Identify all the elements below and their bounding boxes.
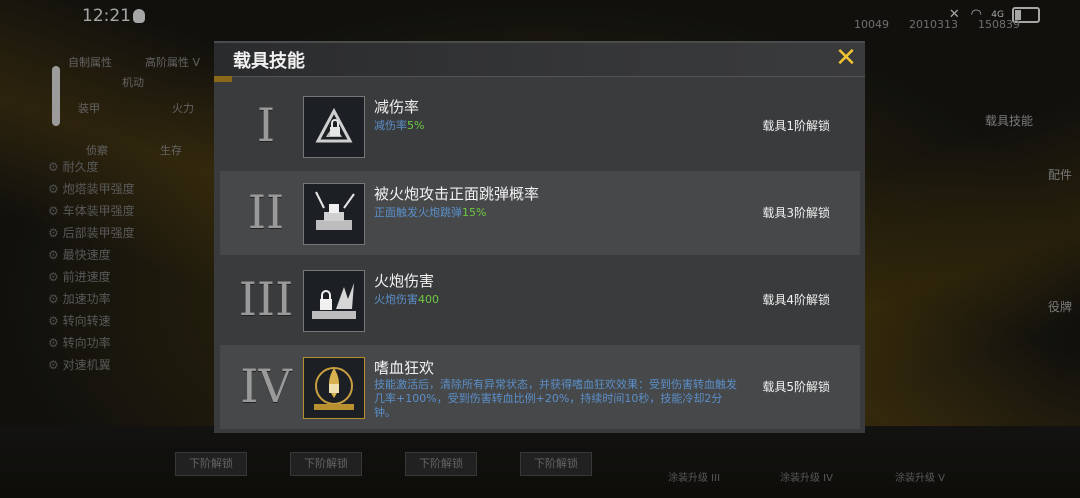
skill-row: I 减伤率 减伤率5% 载具1阶解锁 <box>220 84 860 168</box>
skill-desc: 技能激活后，清除所有异常状态，并获得嗜血狂欢效果：受到伤害转血触发几率+100%… <box>374 378 737 419</box>
skill-row: III 火炮伤害 火炮伤害400 载具4阶解锁 <box>220 258 860 342</box>
header-accent <box>214 76 232 82</box>
close-icon[interactable]: ✕ <box>833 45 859 71</box>
skill-rank: II <box>247 185 285 239</box>
skill-name: 被火炮攻击正面跳弹概率 <box>374 185 540 203</box>
damage-reduction-icon <box>303 96 365 158</box>
skill-desc-value: 15% <box>462 206 487 219</box>
skill-list: I 减伤率 减伤率5% 载具1阶解锁 II 被火炮攻击正面跳弹概率 正面触发火炮… <box>220 84 860 432</box>
ricochet-icon <box>303 183 365 245</box>
skill-desc-text: 正面触发火炮跳弹 <box>374 206 462 219</box>
skill-desc: 正面触发火炮跳弹15% <box>374 204 486 220</box>
skill-desc-value: 5% <box>407 119 425 132</box>
skill-desc-value: 400 <box>418 293 439 306</box>
skill-name: 火炮伤害 <box>374 272 435 290</box>
skill-name: 嗜血狂欢 <box>374 359 435 377</box>
skill-name: 减伤率 <box>374 98 420 116</box>
skill-unlock: 载具5阶解锁 <box>762 380 830 394</box>
modal-title: 载具技能 <box>233 51 305 72</box>
skill-rank: I <box>256 98 276 152</box>
skill-row: IV 嗜血狂欢 技能激活后，清除所有异常状态，并获得嗜血狂欢效果：受到伤害转血触… <box>220 345 860 429</box>
skill-rank: III <box>238 272 294 326</box>
cannon-damage-icon <box>303 270 365 332</box>
skill-row: II 被火炮攻击正面跳弹概率 正面触发火炮跳弹15% 载具3阶解锁 <box>220 171 860 255</box>
skill-rank: IV <box>240 359 292 413</box>
vehicle-skill-modal: 载具技能 ✕ I 减伤率 减伤率5% 载具1阶解锁 II 被火炮攻击正面跳弹概率… <box>214 41 865 433</box>
skill-desc: 减伤率5% <box>374 117 424 133</box>
skill-desc: 火炮伤害400 <box>374 291 439 307</box>
skill-desc-text: 火炮伤害 <box>374 293 418 306</box>
bloodlust-icon <box>303 357 365 419</box>
modal-header: 载具技能 ✕ <box>214 43 865 77</box>
skill-unlock: 载具3阶解锁 <box>762 206 830 220</box>
skill-desc-text: 减伤率 <box>374 119 407 132</box>
skill-unlock: 载具1阶解锁 <box>762 119 830 133</box>
skill-unlock: 载具4阶解锁 <box>762 293 830 307</box>
